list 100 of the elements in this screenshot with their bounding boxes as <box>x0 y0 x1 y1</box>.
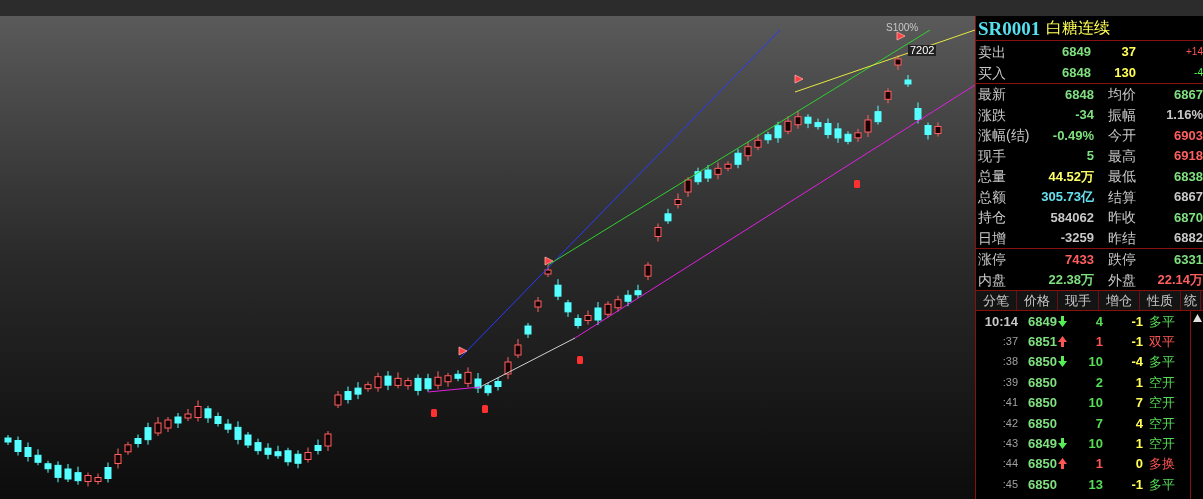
tick-volume: 4 <box>1094 314 1103 328</box>
tick-volume: 10 <box>1087 396 1103 410</box>
marker-icon <box>854 180 860 188</box>
book-change: -4 <box>1193 67 1203 78</box>
candle <box>114 448 122 469</box>
candle <box>154 416 162 437</box>
tick-price: 6850 <box>1028 457 1057 471</box>
tick-oi-change: 0 <box>1134 457 1143 471</box>
candle <box>464 366 472 388</box>
column-header[interactable]: 统 <box>1181 291 1201 310</box>
stat-value: 6838 <box>1173 169 1203 183</box>
stat-label: 振幅 <box>1108 107 1137 122</box>
column-header[interactable]: 价格 <box>1017 291 1058 310</box>
candle <box>774 121 782 144</box>
symbol-code: SR0001 <box>978 18 1041 38</box>
stat-value: 22.14万 <box>1156 273 1203 287</box>
scroll-up-icon[interactable] <box>1192 314 1202 322</box>
candle <box>664 208 672 225</box>
candle <box>674 193 682 209</box>
candle <box>384 370 392 391</box>
candle <box>274 445 282 460</box>
stat-label: 外盘 <box>1108 272 1137 287</box>
tick-volume: 1 <box>1094 457 1103 471</box>
stat-label: 涨幅(结) <box>977 128 1031 143</box>
candle <box>184 408 192 422</box>
book-volume: 37 <box>1120 45 1136 58</box>
candle <box>684 176 692 198</box>
candle <box>214 412 222 427</box>
candle <box>4 434 12 446</box>
candle <box>524 322 532 339</box>
flag-icon <box>794 74 804 84</box>
arrow-down-icon <box>1057 356 1067 368</box>
candle <box>94 473 102 485</box>
column-header[interactable]: 现手 <box>1058 291 1099 310</box>
tick-nature: 多换 <box>1148 457 1175 471</box>
tick-oi-change: 7 <box>1134 396 1143 410</box>
tick-time: :44 <box>1001 458 1018 470</box>
tick-price: 6849 <box>1028 314 1057 328</box>
stat-value: -0.49% <box>1051 128 1094 142</box>
candle <box>344 386 352 405</box>
marker-icon <box>577 356 583 364</box>
tick-time: :39 <box>1001 376 1018 388</box>
stat-value: 6867 <box>1173 87 1203 101</box>
stat-value: 6918 <box>1173 149 1203 163</box>
candle <box>614 295 622 313</box>
stat-label: 日增 <box>977 230 1007 245</box>
stat-label: 现手 <box>977 148 1007 163</box>
candle <box>514 338 522 359</box>
candle <box>194 400 202 422</box>
stat-value: -34 <box>1074 108 1094 122</box>
candle <box>884 87 892 104</box>
tick-price: 6850 <box>1028 375 1057 389</box>
candle <box>914 102 922 124</box>
stat-value: 22.38万 <box>1047 273 1094 287</box>
candle <box>144 422 152 446</box>
stat-label: 总额 <box>977 189 1007 204</box>
stat-value: 44.52万 <box>1047 169 1094 183</box>
candle <box>894 54 902 71</box>
candle <box>354 381 362 400</box>
column-header[interactable]: 增仓 <box>1099 291 1140 310</box>
stat-value: 6903 <box>1173 128 1203 142</box>
tick-volume: 1 <box>1094 335 1103 349</box>
candle <box>394 371 402 389</box>
book-label: 卖出 <box>977 44 1007 59</box>
candle <box>924 122 932 140</box>
stat-value: 6870 <box>1173 210 1203 224</box>
stat-label: 结算 <box>1108 189 1137 204</box>
stat-value: 1.16% <box>1165 108 1203 122</box>
tick-time: :38 <box>1001 356 1018 368</box>
tick-volume: 2 <box>1094 375 1103 389</box>
stat-label: 内盘 <box>977 272 1007 287</box>
candle <box>434 370 442 390</box>
candle <box>754 133 762 151</box>
candle <box>444 372 452 388</box>
candle <box>724 160 732 172</box>
column-header[interactable]: 分笔 <box>976 291 1017 310</box>
tick-oi-change: -1 <box>1130 335 1143 349</box>
scrollbar[interactable] <box>1190 311 1203 499</box>
column-header[interactable]: 性质 <box>1140 291 1181 310</box>
candle <box>284 447 292 467</box>
candle <box>224 418 232 434</box>
stat-label: 最高 <box>1108 148 1137 163</box>
tick-time: :41 <box>1001 397 1018 409</box>
candle <box>784 115 792 135</box>
book-change: +14 <box>1185 46 1203 57</box>
candle <box>254 438 262 456</box>
stat-label: 均价 <box>1108 87 1137 102</box>
candle <box>124 441 132 456</box>
candle <box>604 300 612 318</box>
candle <box>324 430 332 452</box>
candle <box>584 310 592 325</box>
stat-value: 5 <box>1085 149 1094 163</box>
candle <box>54 460 62 483</box>
candle <box>84 472 92 487</box>
candle <box>844 130 852 145</box>
stat-label: 涨跌 <box>977 107 1007 122</box>
candle <box>544 264 552 278</box>
stat-label: 昨收 <box>1108 210 1137 225</box>
tick-nature: 空开 <box>1148 375 1175 389</box>
candle <box>874 105 882 126</box>
